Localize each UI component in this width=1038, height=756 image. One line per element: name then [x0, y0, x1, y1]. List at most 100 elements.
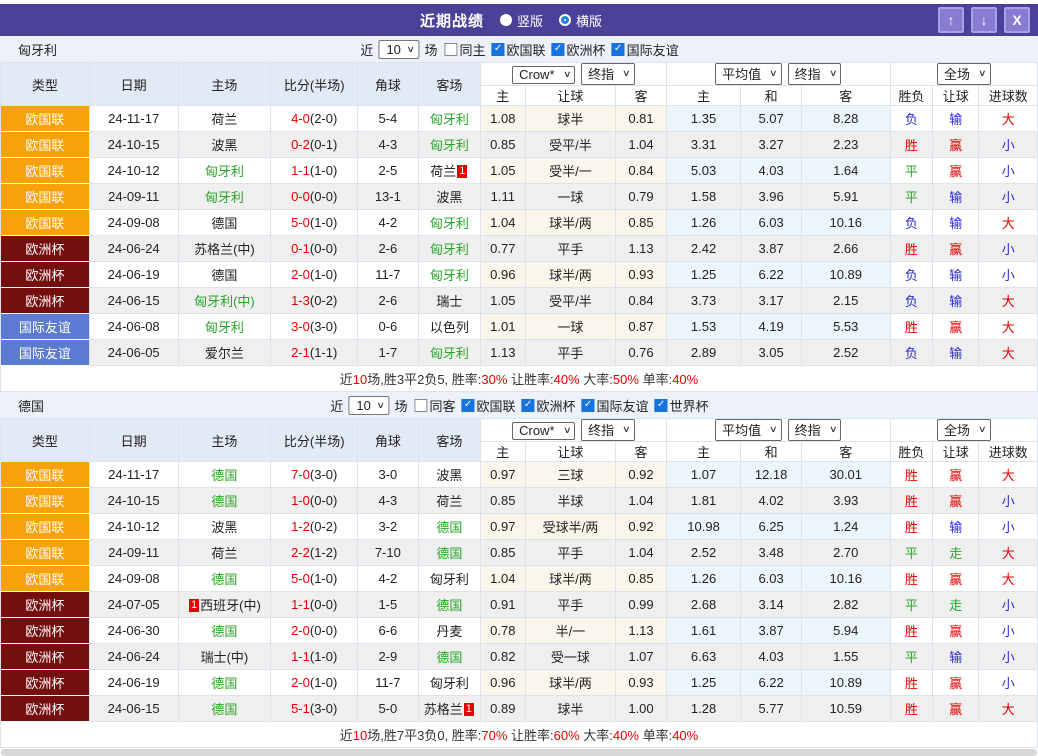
- handicap-cell: 一球: [525, 314, 616, 340]
- score-cell: 1-1(0-0): [271, 592, 358, 618]
- summary-text: 场,胜3平2负5, 胜率:: [367, 372, 481, 387]
- match-count-select[interactable]: 10∨: [348, 396, 389, 415]
- match-row: 欧国联24-10-15波黑0-2(0-1)4-3匈牙利0.85受平/半1.043…: [1, 132, 1038, 158]
- team-text: 匈牙利: [430, 216, 469, 231]
- team-name: 匈牙利: [18, 40, 57, 59]
- filter-checkbox-欧国联[interactable]: ✓欧国联: [462, 396, 516, 415]
- move-up-button[interactable]: ↑: [938, 7, 964, 33]
- chevron-down-icon: ∨: [978, 424, 987, 435]
- odds-home-cell: 0.96: [481, 670, 525, 696]
- away-team: 匈牙利: [430, 112, 469, 127]
- select-value: 全场: [944, 64, 970, 83]
- scope-select[interactable]: 全场∨: [937, 63, 991, 85]
- avg-draw-cell: 3.96: [741, 184, 802, 210]
- filter-checkbox-世界杯[interactable]: ✓世界杯: [655, 396, 709, 415]
- chevron-down-icon: ∨: [377, 400, 386, 411]
- date-cell: 24-06-24: [89, 236, 178, 262]
- close-button[interactable]: X: [1004, 7, 1030, 33]
- column-subheader: 客: [616, 442, 666, 462]
- odds-source-select[interactable]: Crow*∨: [512, 422, 575, 440]
- home-team: 1西班牙(中): [188, 598, 261, 613]
- filter-checkbox-欧洲杯[interactable]: ✓欧洲杯: [552, 40, 606, 59]
- checkbox-checked-icon: ✓: [522, 399, 535, 412]
- half-time-score: (3-0): [310, 319, 337, 334]
- move-down-button[interactable]: ↓: [971, 7, 997, 33]
- filter-checkbox-同客[interactable]: 同客: [415, 396, 456, 415]
- odds-away-cell: 0.87: [616, 314, 666, 340]
- filter-checkbox-欧国联[interactable]: ✓欧国联: [492, 40, 546, 59]
- home-team-cell: 德国: [178, 210, 271, 236]
- column-header: 类型: [1, 419, 90, 462]
- half-time-score: (3-0): [310, 701, 337, 716]
- goals-result-cell: 大: [979, 696, 1038, 722]
- view-option-horizontal[interactable]: 横版: [559, 11, 602, 30]
- match-count-select[interactable]: 10∨: [378, 40, 419, 59]
- match-row: 国际友谊24-06-05爱尔兰2-1(1-1)1-7匈牙利1.13平手0.762…: [1, 340, 1038, 366]
- corner-cell: 2-6: [358, 288, 419, 314]
- team-text: 德国: [436, 546, 462, 561]
- odds-home-cell: 1.11: [481, 184, 525, 210]
- away-team-cell: 苏格兰1: [418, 696, 481, 722]
- filter-checkbox-欧洲杯[interactable]: ✓欧洲杯: [522, 396, 576, 415]
- odds-home-cell: 1.04: [481, 210, 525, 236]
- filter-checkbox-国际友谊[interactable]: ✓国际友谊: [582, 396, 649, 415]
- column-subheader: 客: [801, 86, 890, 106]
- league-badge: 欧国联: [1, 566, 90, 592]
- match-row: 欧洲杯24-07-051西班牙(中)1-1(0-0)1-5德国0.91平手0.9…: [1, 592, 1038, 618]
- home-team-cell: 苏格兰(中): [178, 236, 271, 262]
- chevron-down-icon: ∨: [829, 68, 838, 79]
- handicap-result-cell: 赢: [933, 618, 979, 644]
- handicap-cell: 平手: [525, 340, 616, 366]
- odds-home-cell: 0.85: [481, 132, 525, 158]
- score-cell: 1-1(1-0): [271, 644, 358, 670]
- handicap-cell: 球半/两: [525, 566, 616, 592]
- home-team: 德国: [211, 572, 237, 587]
- handicap-result-cell: 赢: [933, 566, 979, 592]
- filter-checkbox-同主[interactable]: 同主: [445, 40, 486, 59]
- odds-home-cell: 0.85: [481, 540, 525, 566]
- date-cell: 24-06-19: [89, 670, 178, 696]
- away-team: 荷兰1: [430, 164, 468, 179]
- odds-select-group: Crow*∨ 终指∨: [481, 63, 667, 86]
- filter-row: 匈牙利 近10∨场同主✓欧国联✓欧洲杯✓国际友谊: [0, 36, 1038, 62]
- score-cell: 7-0(3-0): [271, 462, 358, 488]
- away-team-cell: 荷兰: [418, 488, 481, 514]
- avg-away-cell: 5.53: [801, 314, 890, 340]
- home-team: 德国: [211, 216, 237, 231]
- filter-checkbox-国际友谊[interactable]: ✓国际友谊: [612, 40, 679, 59]
- full-time-score: 7-0: [291, 467, 310, 482]
- average-source-select[interactable]: 平均值∨: [715, 419, 782, 441]
- score-cell: 2-0(1-0): [271, 670, 358, 696]
- home-team: 德国: [211, 468, 237, 483]
- score-cell: 1-1(1-0): [271, 158, 358, 184]
- average-source-select[interactable]: 平均值∨: [715, 63, 782, 85]
- handicap-result-cell: 输: [933, 340, 979, 366]
- goals-result-cell: 小: [979, 592, 1038, 618]
- odds-home-cell: 0.97: [481, 514, 525, 540]
- horizontal-scrollbar[interactable]: [1, 749, 1037, 756]
- corner-cell: 4-3: [358, 488, 419, 514]
- average-stage-select[interactable]: 终指∨: [788, 419, 842, 441]
- odds-away-cell: 1.04: [616, 488, 666, 514]
- score-cell: 5-0(1-0): [271, 566, 358, 592]
- scope-select[interactable]: 全场∨: [937, 419, 991, 441]
- team-section-germany: 德国 近10∨场同客✓欧国联✓欧洲杯✓国际友谊✓世界杯 类型日期主场比分(半场)…: [0, 392, 1038, 748]
- odds-away-cell: 0.81: [616, 106, 666, 132]
- team-text: 荷兰: [430, 164, 456, 179]
- view-option-vertical[interactable]: 竖版: [500, 11, 543, 30]
- away-team: 德国: [436, 520, 462, 535]
- corner-cell: 2-6: [358, 236, 419, 262]
- summary-row: 近10场,胜7平3负0, 胜率:70% 让胜率:60% 大率:40% 单率:40…: [1, 722, 1038, 748]
- average-stage-select[interactable]: 终指∨: [788, 63, 842, 85]
- away-team: 德国: [436, 650, 462, 665]
- odds-stage-select[interactable]: 终指∨: [581, 419, 635, 441]
- avg-home-cell: 1.07: [666, 462, 741, 488]
- odds-stage-select[interactable]: 终指∨: [581, 63, 635, 85]
- home-team: 德国: [211, 676, 237, 691]
- avg-draw-cell: 6.25: [741, 514, 802, 540]
- away-team-cell: 匈牙利: [418, 132, 481, 158]
- odds-away-cell: 1.13: [616, 236, 666, 262]
- team-text: 瑞士(中): [201, 650, 249, 665]
- score-cell: 4-0(2-0): [271, 106, 358, 132]
- odds-source-select[interactable]: Crow*∨: [512, 66, 575, 84]
